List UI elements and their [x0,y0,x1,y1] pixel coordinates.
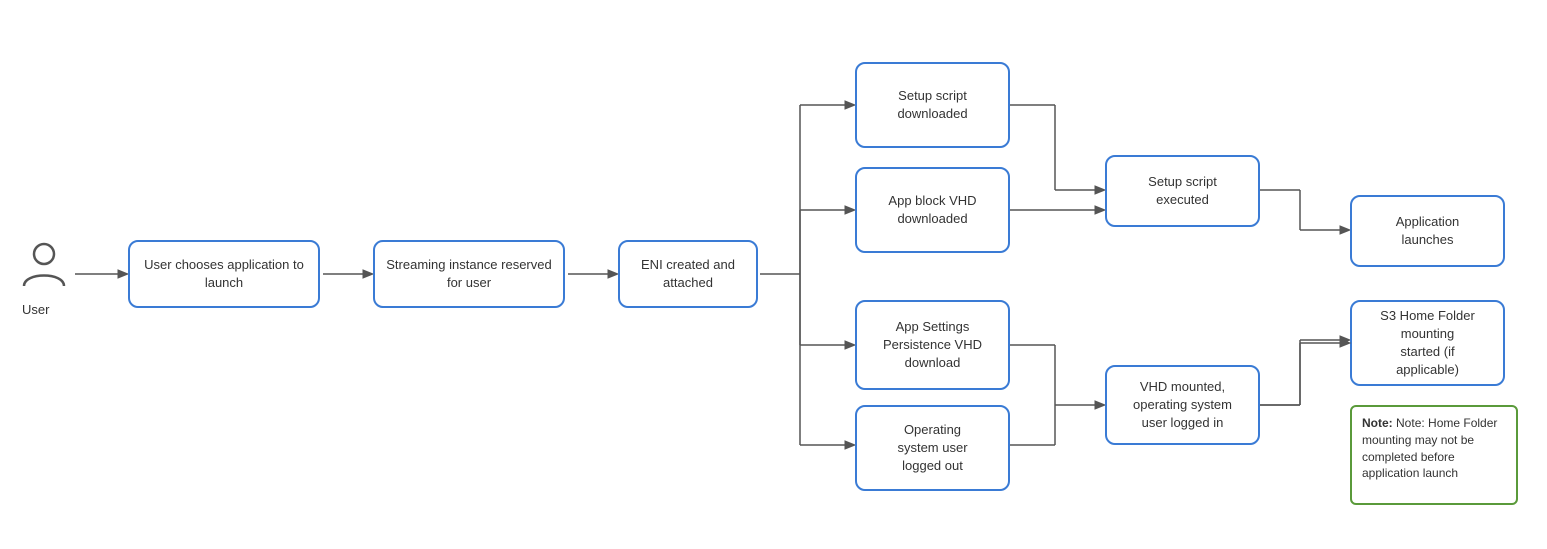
node-note: Note: Note: Home Folder mounting may not… [1350,405,1518,505]
node-eni: ENI created and attached [618,240,758,308]
user-label: User [22,302,49,317]
node-os-user: Operating system user logged out [855,405,1010,491]
node-setup-script-dl: Setup script downloaded [855,62,1010,148]
node-s3-home: S3 Home Folder mounting started (if appl… [1350,300,1505,386]
node-vhd-mounted: VHD mounted, operating system user logge… [1105,365,1260,445]
node-app-block-vhd: App block VHD downloaded [855,167,1010,253]
user-icon [18,238,70,290]
node-choose-app: User chooses application to launch [128,240,320,308]
node-setup-script-exec: Setup script executed [1105,155,1260,227]
node-app-settings: App Settings Persistence VHD download [855,300,1010,390]
node-app-launches: Application launches [1350,195,1505,267]
node-streaming-instance: Streaming instance reserved for user [373,240,565,308]
diagram: User User chooses application to launch … [0,0,1547,549]
